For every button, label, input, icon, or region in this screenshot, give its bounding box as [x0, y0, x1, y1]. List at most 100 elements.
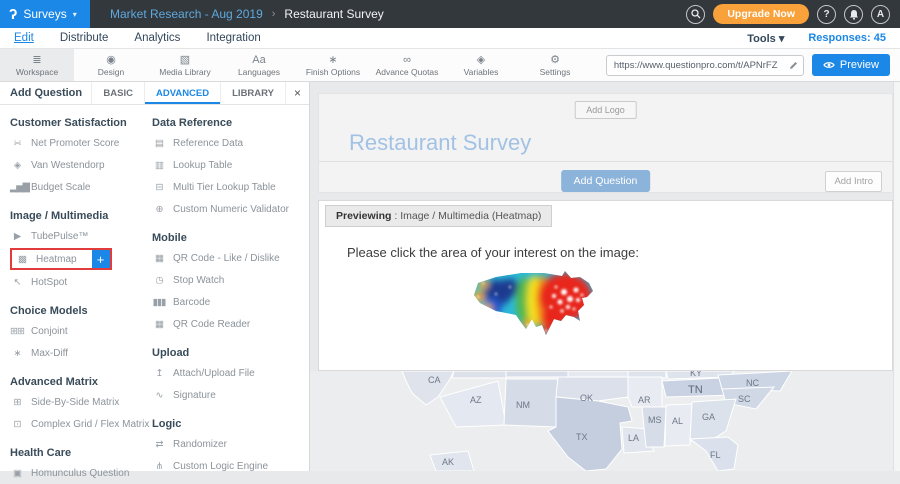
panel-item-lookup-table[interactable]: ▥ Lookup Table [152, 154, 308, 176]
panel-item-heatmap[interactable]: ▩ Heatmap + [10, 248, 112, 270]
nav-analytics[interactable]: Analytics [134, 32, 180, 44]
responses-count[interactable]: Responses: 45 [808, 32, 886, 45]
multi-tier-icon: ⊟ [152, 182, 166, 193]
panel-item-randomizer[interactable]: ⇄ Randomizer [152, 433, 308, 455]
toolbar-workspace[interactable]: ≣ Workspace [0, 49, 74, 81]
panel-item-qr-like-dislike[interactable]: ▦ QR Code - Like / Dislike [152, 247, 308, 269]
tab-advanced[interactable]: ADVANCED [144, 82, 220, 104]
state-label: TX [576, 432, 588, 442]
reference-data-icon: ▤ [152, 138, 166, 149]
add-heatmap-plus-button[interactable]: + [92, 250, 110, 268]
preview-button[interactable]: Preview [812, 54, 890, 76]
state-ms[interactable] [642, 407, 666, 447]
panel-item-homunculus[interactable]: ▣ Homunculus Question [10, 462, 152, 484]
panel-item-budget-scale[interactable]: ▂▅▇ Budget Scale [10, 176, 152, 198]
panel-item-tubepulse[interactable]: ▶ TubePulse™ [10, 225, 152, 247]
toolbar-finish-options[interactable]: ∗ Finish Options [296, 49, 370, 81]
matrix-grid-icon: ⊞ [10, 397, 24, 408]
state-label: NM [516, 400, 530, 410]
toolbar-settings[interactable]: ⚙ Settings [518, 49, 592, 81]
panel-item-net-promoter-score[interactable]: ∺ Net Promoter Score [10, 132, 152, 154]
usa-states-map[interactable]: CA AZ NM OK AR KY TN NC SC MS AL GA TX L… [310, 371, 900, 471]
panel-item-multi-tier-lookup[interactable]: ⊟ Multi Tier Lookup Table [152, 176, 308, 198]
panel-item-reference-data[interactable]: ▤ Reference Data [152, 132, 308, 154]
state-ks[interactable] [568, 371, 628, 377]
tools-dropdown[interactable]: Tools ▾ [747, 32, 784, 45]
toolbar-variables[interactable]: ◈ Variables [444, 49, 518, 81]
survey-workspace: Add Logo Restaurant Survey Add Question … [310, 82, 900, 471]
panel-item-conjoint[interactable]: ⊞⊞ Conjoint [10, 320, 152, 342]
breadcrumb-separator: › [272, 8, 276, 20]
question-preview-card: Previewing : Image / Multimedia (Heatmap… [318, 200, 893, 371]
survey-title[interactable]: Restaurant Survey [349, 130, 531, 156]
toolbar-media-library[interactable]: ▧ Media Library [148, 49, 222, 81]
panel-item-custom-logic-engine[interactable]: ⋔ Custom Logic Engine [152, 455, 308, 477]
product-menu-label: Surveys [23, 7, 66, 21]
heatmap-image-icon: ▩ [15, 254, 29, 265]
nav-edit[interactable]: Edit [14, 32, 34, 44]
section-data-reference: Data Reference [152, 117, 308, 129]
state-nm[interactable] [504, 379, 558, 427]
add-question-panel-header: Add Question BASIC ADVANCED LIBRARY × [0, 82, 309, 105]
price-tag-icon: ◈ [10, 160, 24, 171]
nav-integration[interactable]: Integration [206, 32, 260, 44]
translate-icon: Aa [252, 54, 265, 66]
eye-icon [823, 61, 835, 69]
panel-item-signature[interactable]: ∿ Signature [152, 384, 308, 406]
conjoint-cards-icon: ⊞⊞ [10, 326, 24, 337]
qr-code-icon: ▦ [152, 253, 166, 264]
video-icon: ▶ [10, 231, 24, 242]
close-icon[interactable]: × [285, 82, 309, 104]
state-co[interactable] [506, 371, 568, 377]
add-logo-button[interactable]: Add Logo [574, 101, 637, 119]
pencil-icon[interactable] [789, 61, 798, 70]
upgrade-now-button[interactable]: Upgrade Now [713, 4, 809, 24]
tab-basic[interactable]: BASIC [91, 82, 144, 104]
tag-icon: ◈ [477, 54, 485, 66]
state-label: MS [648, 415, 662, 425]
state-label: CA [428, 375, 441, 385]
panel-item-complex-grid[interactable]: ⊡ Complex Grid / Flex Matrix [10, 413, 152, 435]
add-intro-button[interactable]: Add Intro [825, 171, 882, 192]
state-label: OK [580, 393, 593, 403]
signature-icon: ∿ [152, 390, 166, 401]
avatar[interactable]: A [871, 5, 890, 24]
state-label: LA [628, 433, 639, 443]
cursor-icon: ↖ [10, 277, 24, 288]
surveys-menu[interactable]: ʔ Surveys ▾ [0, 0, 90, 28]
panel-item-qr-code-reader[interactable]: ▦ QR Code Reader [152, 313, 308, 335]
survey-url-input[interactable] [612, 59, 789, 72]
search-button[interactable] [686, 5, 705, 24]
add-question-panel: Add Question BASIC ADVANCED LIBRARY × Cu… [0, 82, 310, 471]
search-icon [691, 9, 701, 19]
breadcrumb-project[interactable]: Market Research - Aug 2019 [110, 7, 263, 21]
section-nav: Edit Distribute Analytics Integration To… [0, 28, 900, 49]
toolbar-advance-quotas[interactable]: ∞ Advance Quotas [370, 49, 444, 81]
divider [319, 161, 892, 162]
tab-library[interactable]: LIBRARY [220, 82, 285, 104]
upload-icon: ↥ [152, 368, 166, 379]
state-ut[interactable] [452, 371, 506, 378]
panel-item-hotspot[interactable]: ↖ HotSpot [10, 271, 152, 293]
help-button[interactable]: ? [817, 5, 836, 24]
state-label: FL [710, 450, 721, 460]
breadcrumb: Market Research - Aug 2019 › Restaurant … [110, 7, 384, 21]
main-scrollbar-track[interactable] [893, 82, 900, 471]
panel-item-custom-numeric-validator[interactable]: ⊕ Custom Numeric Validator [152, 198, 308, 220]
panel-item-attach-upload-file[interactable]: ↥ Attach/Upload File [152, 362, 308, 384]
top-navbar: ʔ Surveys ▾ Market Research - Aug 2019 ›… [0, 0, 900, 28]
panel-item-stop-watch[interactable]: ◷ Stop Watch [152, 269, 308, 291]
panel-item-side-by-side-matrix[interactable]: ⊞ Side-By-Side Matrix [10, 391, 152, 413]
section-advanced-matrix: Advanced Matrix [10, 376, 152, 388]
toolbar-design[interactable]: ◉ Design [74, 49, 148, 81]
image-icon: ▧ [180, 54, 190, 66]
panel-item-barcode[interactable]: ▮▮▮ Barcode [152, 291, 308, 313]
survey-url-box[interactable] [606, 55, 804, 76]
nav-distribute[interactable]: Distribute [60, 32, 109, 44]
heatmap-usa-image[interactable] [466, 267, 601, 356]
panel-item-van-westendorp[interactable]: ◈ Van Westendorp [10, 154, 152, 176]
add-question-button[interactable]: Add Question [561, 170, 651, 192]
panel-item-max-diff[interactable]: ∗ Max-Diff [10, 342, 152, 364]
toolbar-languages[interactable]: Aa Languages [222, 49, 296, 81]
notifications-button[interactable] [844, 5, 863, 24]
